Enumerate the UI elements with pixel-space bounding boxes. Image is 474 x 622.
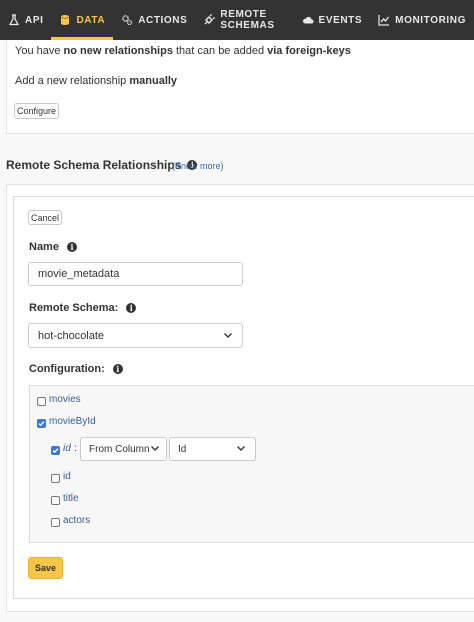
save-button[interactable]: Save [28, 557, 63, 579]
nav-item-api-label: API [25, 14, 44, 26]
plug-icon [203, 14, 216, 26]
check-icon [38, 421, 45, 427]
sub-title-checkbox[interactable] [51, 496, 60, 505]
nav-item-data[interactable]: DATA [51, 0, 114, 40]
name-label: Name i [29, 241, 77, 253]
top-nav: API DATA ACTIONS REMOTE SCHEMAS EVENTS M… [0, 0, 474, 40]
nav-item-actions-label: ACTIONS [138, 14, 188, 26]
nav-item-actions[interactable]: ACTIONS [113, 0, 195, 40]
arg-id-label: id [63, 443, 71, 454]
sub-id-checkbox[interactable] [51, 474, 60, 483]
field-sub-actors[interactable]: actors [63, 515, 90, 526]
nav-item-monitoring-label: MONITORING [395, 14, 466, 26]
cloud-icon [302, 14, 314, 26]
configuration-tree [29, 385, 474, 543]
nav-item-remote-schemas[interactable]: REMOTE SCHEMAS [195, 0, 293, 40]
nav-item-events[interactable]: EVENTS [294, 0, 371, 40]
from-column-select[interactable]: From Column [80, 437, 167, 461]
remote-schema-select[interactable]: hot-chocolate [28, 323, 243, 348]
database-icon [59, 14, 71, 26]
remote-schema-relationships-title: Remote Schema Relationships i [6, 158, 198, 172]
chevron-down-icon [151, 446, 159, 451]
info-icon: i [112, 364, 123, 374]
arg-id-checkbox[interactable] [51, 446, 60, 455]
nav-item-events-label: EVENTS [318, 14, 363, 26]
sub-actors-checkbox[interactable] [51, 518, 60, 527]
configuration-label: Configuration: i [29, 363, 123, 375]
name-input[interactable]: movie_metadata [28, 262, 243, 286]
know-more-link[interactable]: (Know more) [172, 161, 224, 171]
info-icon: i [126, 303, 137, 313]
no-new-relationships-text: You have no new relationships that can b… [15, 45, 351, 57]
gears-icon [121, 14, 133, 26]
cancel-button[interactable]: Cancel [28, 210, 62, 225]
arg-colon: : [74, 443, 77, 454]
field-sub-title[interactable]: title [63, 493, 79, 504]
column-select[interactable]: Id [169, 437, 256, 461]
field-moviebyid[interactable]: movieById [49, 416, 96, 427]
field-sub-id[interactable]: id [63, 471, 71, 482]
flask-icon [8, 14, 20, 26]
nav-item-data-label: DATA [76, 14, 106, 26]
nav-item-api[interactable]: API [0, 0, 51, 40]
relationships-panel: You have no new relationships that can b… [6, 40, 474, 134]
remote-schema-label: Remote Schema: i [29, 302, 137, 314]
chevron-down-icon [224, 332, 232, 338]
chart-icon [378, 14, 390, 26]
moviebyid-checkbox[interactable] [37, 419, 46, 428]
nav-item-monitoring[interactable]: MONITORING [370, 0, 474, 40]
nav-item-remote-schemas-label: REMOTE SCHEMAS [220, 9, 275, 31]
movies-checkbox[interactable] [37, 397, 46, 406]
field-movies[interactable]: movies [49, 394, 81, 405]
check-icon [52, 448, 59, 454]
configure-button[interactable]: Configure [14, 103, 59, 119]
chevron-down-icon [237, 446, 245, 451]
info-icon: i [66, 242, 77, 252]
add-manual-text: Add a new relationship manually [15, 75, 178, 87]
